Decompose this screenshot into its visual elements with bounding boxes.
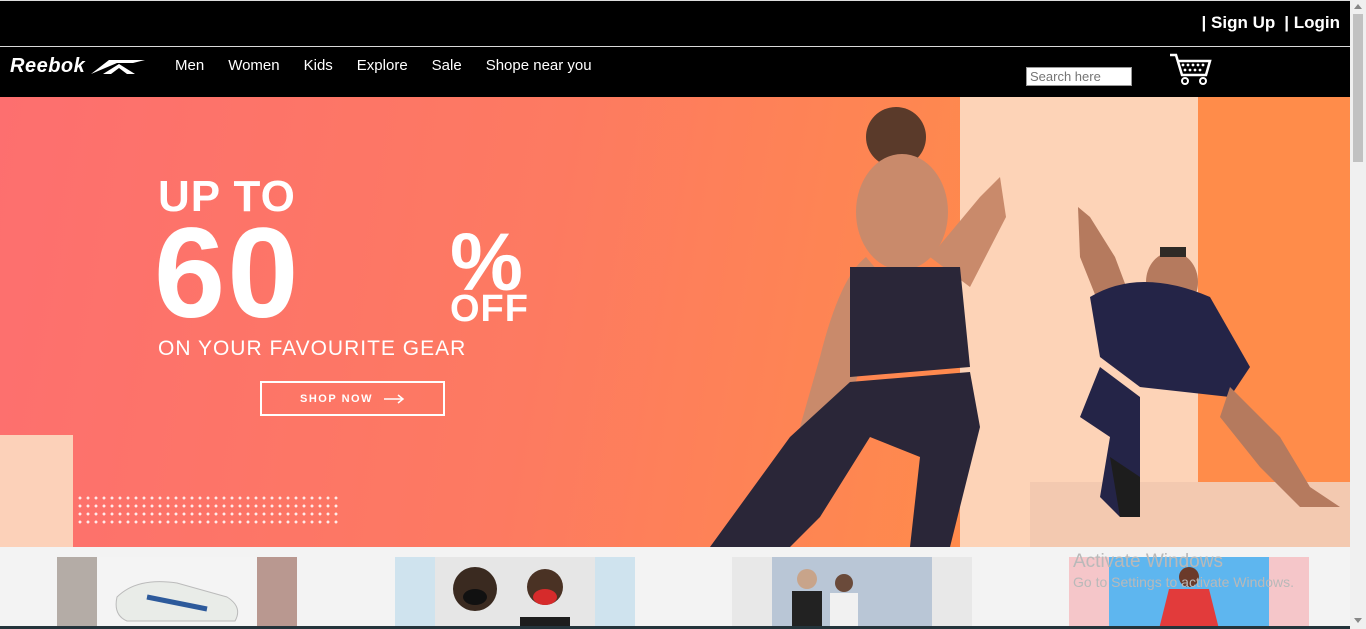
shop-now-button[interactable]: SHOP NOW (260, 381, 445, 416)
login-link[interactable]: | Login (1284, 13, 1340, 33)
promo-subheading: ON YOUR FAVOURITE GEAR (158, 337, 467, 360)
page-scrollbar[interactable] (1350, 0, 1366, 629)
male-athlete (1078, 207, 1340, 517)
hero-dot-pattern (76, 494, 342, 528)
brand-name: Reebok (10, 55, 86, 77)
scroll-down-arrow-icon[interactable] (1354, 618, 1362, 623)
reebok-delta-icon (91, 59, 146, 74)
nav-sale[interactable]: Sale (432, 57, 462, 74)
female-athlete (710, 107, 1006, 547)
scroll-thumb[interactable] (1353, 14, 1363, 162)
activate-title: Activate Windows (1073, 551, 1223, 572)
search-input[interactable] (1026, 67, 1132, 86)
auth-links: | Sign Up | Login (1202, 13, 1340, 33)
nav-women[interactable]: Women (228, 57, 279, 74)
nav-kids[interactable]: Kids (304, 57, 333, 74)
athletes-photo (710, 107, 1340, 547)
category-thumb-masks[interactable] (395, 557, 635, 629)
top-bar: | Sign Up | Login (0, 0, 1350, 46)
nav-explore[interactable]: Explore (357, 57, 408, 74)
category-thumb-shoes[interactable] (57, 557, 297, 629)
nav-shop-near-you[interactable]: Shope near you (486, 57, 592, 74)
promo-headline: UP TO 60 % OFF (154, 175, 528, 338)
shop-now-label: SHOP NOW (300, 392, 373, 405)
promo-sixty: 60 (154, 202, 301, 345)
windows-activation-watermark: Activate Windows Go to Settings to activ… (1073, 550, 1294, 591)
activate-subtitle: Go to Settings to activate Windows. (1073, 573, 1294, 590)
hero-corner-block (0, 435, 73, 547)
shopping-cart-icon[interactable] (1168, 51, 1214, 87)
hero-banner: UP TO 60 % OFF ON YOUR FAVOURITE GEAR SH… (0, 97, 1350, 547)
category-thumb-lifestyle[interactable] (732, 557, 972, 629)
arrow-right-icon (383, 393, 405, 404)
primary-nav: Men Women Kids Explore Sale Shope near y… (175, 57, 592, 74)
promo-off: OFF (450, 288, 529, 330)
sign-up-link[interactable]: | Sign Up (1202, 13, 1276, 33)
reebok-logo[interactable]: Reebok (10, 55, 147, 78)
scroll-up-arrow-icon[interactable] (1354, 4, 1362, 9)
nav-men[interactable]: Men (175, 57, 204, 74)
main-navbar: Reebok Men Women Kids Explore Sale Shope… (0, 47, 1350, 97)
